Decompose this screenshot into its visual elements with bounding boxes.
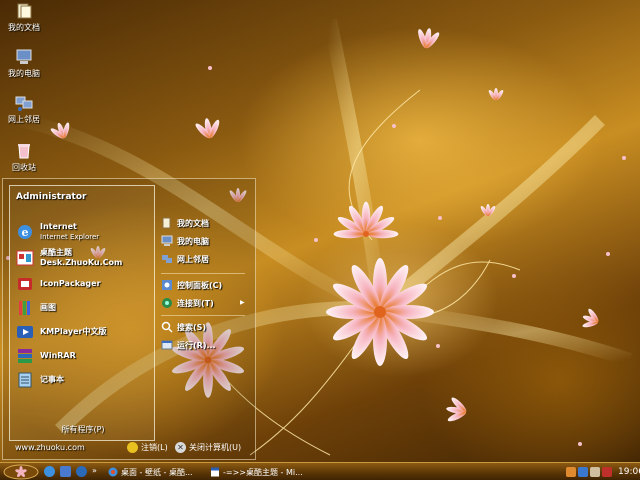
start-item-winrar[interactable]: WinRAR xyxy=(16,344,152,368)
connect-to-icon xyxy=(162,298,172,308)
paint-icon xyxy=(19,301,30,315)
desktop-icon-recycle-bin[interactable]: 回收站 xyxy=(2,142,46,173)
clock[interactable]: 19:06 xyxy=(618,467,640,477)
taskbar-button-word[interactable]: -=>>桌酷主题 - Mi... xyxy=(206,465,302,479)
tray-network-icon[interactable] xyxy=(578,467,588,477)
place-control-panel[interactable]: 控制面板(C) xyxy=(161,277,251,293)
desktop-icon-label: 我的文档 xyxy=(8,23,40,32)
start-item-title: 记事本 xyxy=(40,375,64,384)
start-menu-programs-panel: Administrator e Internet Internet Explore… xyxy=(9,185,155,441)
desktop-icon-label: 网上邻居 xyxy=(8,115,40,124)
place-search[interactable]: 搜索(S) xyxy=(161,319,251,335)
my-documents-icon xyxy=(162,217,171,229)
place-network-places[interactable]: 网上邻居 xyxy=(161,251,251,267)
recycle-bin-icon xyxy=(18,144,30,159)
start-item-title: 桌酷主题Desk.ZhuoKu.Com xyxy=(40,248,123,267)
quicklaunch-chevron-icon[interactable]: » xyxy=(92,466,97,475)
browser-icon xyxy=(108,467,118,477)
system-tray: 19:06 xyxy=(566,464,640,480)
desktop-icon-my-computer[interactable]: 我的电脑 xyxy=(2,48,46,79)
place-label: 搜索(S) xyxy=(177,322,207,332)
place-connect-to[interactable]: 连接到(T) xyxy=(161,295,251,311)
internet-explorer-icon: e xyxy=(18,225,32,239)
start-item-internet[interactable]: e Internet Internet Explorer xyxy=(16,220,152,244)
tray-shield-icon[interactable] xyxy=(602,467,612,477)
taskbar-button-label: -=>>桌酷主题 - Mi... xyxy=(223,467,302,477)
control-panel-icon xyxy=(162,280,172,290)
submenu-arrow-icon: ▶ xyxy=(240,299,245,306)
tray-volume-icon[interactable] xyxy=(590,467,600,477)
place-label: 连接到(T) xyxy=(177,298,214,308)
logoff-icon xyxy=(127,442,138,453)
start-item-title: 画图 xyxy=(40,303,56,312)
logoff-button[interactable]: 注销(L) xyxy=(127,442,168,453)
user-name: Administrator xyxy=(16,192,87,202)
word-document-icon xyxy=(211,467,219,477)
place-label: 控制面板(C) xyxy=(177,280,223,290)
quicklaunch-media-icon[interactable] xyxy=(76,466,87,477)
desktop-icon-label: 我的电脑 xyxy=(8,69,40,78)
taskbar-button-browser[interactable]: 桌面 - 壁纸 - 桌酷... xyxy=(104,465,200,479)
start-item-iconpackager[interactable]: IconPackager xyxy=(16,272,152,296)
start-item-paint[interactable]: 画图 xyxy=(16,296,152,320)
desktop-icon-my-documents[interactable]: 我的文档 xyxy=(2,2,46,33)
place-run[interactable]: 运行(R)... xyxy=(161,337,251,353)
iconpackager-icon xyxy=(18,278,32,290)
shutdown-button[interactable]: ✕ 关闭计算机(U) xyxy=(175,442,241,453)
network-places-icon xyxy=(162,255,172,263)
my-computer-icon xyxy=(161,235,173,246)
start-item-subtitle: Internet Explorer xyxy=(40,233,100,241)
place-label: 网上邻居 xyxy=(177,254,209,264)
site-url: www.zhuoku.com xyxy=(15,443,85,452)
start-item-zhuoku-theme[interactable]: 桌酷主题Desk.ZhuoKu.Com xyxy=(16,246,152,270)
kmplayer-icon xyxy=(17,326,33,338)
svg-text:e: e xyxy=(22,226,29,239)
taskbar: » 桌面 - 壁纸 - 桌酷... -=>>桌酷主题 - Mi... 19:06 xyxy=(0,462,640,480)
start-item-kmplayer[interactable]: KMPlayer中文版 xyxy=(16,320,152,344)
notepad-icon xyxy=(18,372,32,388)
all-programs-button[interactable]: 所有程序(P) xyxy=(10,424,156,435)
start-item-title: IconPackager xyxy=(40,279,101,288)
start-item-notepad[interactable]: 记事本 xyxy=(16,368,152,392)
place-label: 我的文档 xyxy=(177,218,209,228)
place-label: 运行(R)... xyxy=(177,340,216,350)
shutdown-icon: ✕ xyxy=(175,442,186,453)
place-my-computer[interactable]: 我的电脑 xyxy=(161,233,251,249)
start-item-title: KMPlayer中文版 xyxy=(40,327,107,336)
search-icon xyxy=(161,321,173,333)
menu-separator xyxy=(161,315,245,316)
winrar-icon xyxy=(18,349,32,363)
start-item-title: WinRAR xyxy=(40,351,76,360)
start-item-title: Internet xyxy=(40,222,77,231)
place-label: 我的电脑 xyxy=(177,236,209,246)
shutdown-label: 关闭计算机(U) xyxy=(189,443,242,452)
taskbar-button-label: 桌面 - 壁纸 - 桌酷... xyxy=(121,467,193,477)
start-menu: Administrator e Internet Internet Explore… xyxy=(2,178,256,460)
desktop-icon-label: 回收站 xyxy=(12,163,36,172)
my-computer-icon xyxy=(16,49,32,64)
quicklaunch-browser-icon[interactable] xyxy=(44,466,55,477)
desktop-icon-network-places[interactable]: 网上邻居 xyxy=(2,94,46,125)
logoff-label: 注销(L) xyxy=(141,443,168,452)
quicklaunch-desktop-icon[interactable] xyxy=(60,466,71,477)
my-documents-icon xyxy=(17,3,32,19)
start-button[interactable] xyxy=(2,464,40,480)
place-my-documents[interactable]: 我的文档 xyxy=(161,215,251,231)
run-icon xyxy=(161,340,173,350)
menu-separator xyxy=(161,273,245,274)
tray-user-icon[interactable] xyxy=(566,467,576,477)
network-places-icon xyxy=(15,96,33,111)
zhuoku-theme-icon xyxy=(16,250,34,266)
